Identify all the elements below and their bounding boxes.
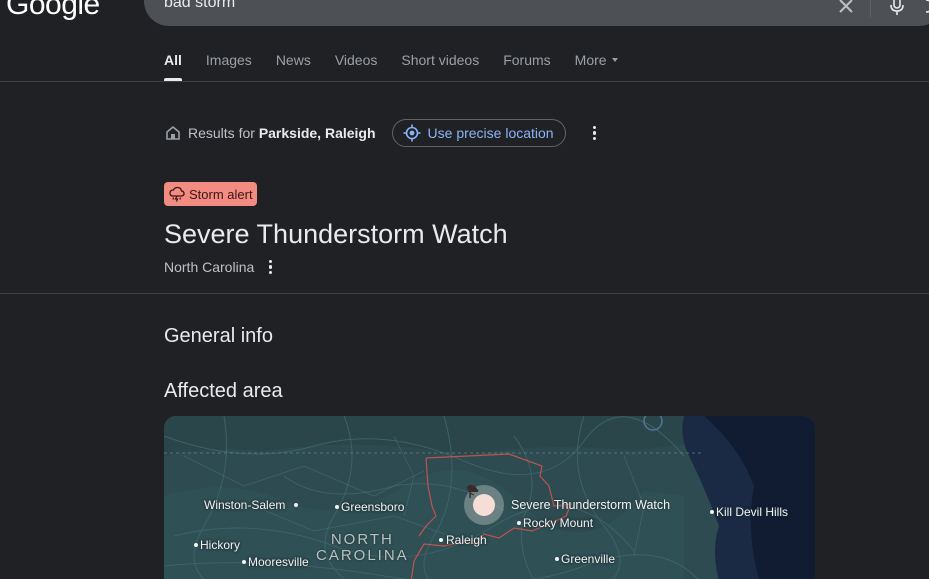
storm-marker-core: [467, 485, 495, 516]
tab-forums[interactable]: Forums: [503, 51, 550, 81]
tab-all[interactable]: All: [164, 51, 182, 81]
storm-alert-badge: Storm alert: [164, 182, 257, 206]
general-info-heading: General info: [164, 325, 273, 347]
more-vert-icon[interactable]: [592, 125, 597, 141]
thunderstorm-icon: [169, 186, 185, 202]
city-label: Raleigh: [446, 533, 487, 547]
use-precise-location-button[interactable]: Use precise location: [391, 119, 566, 147]
crosshair-icon: [403, 124, 421, 142]
search-tabs: All Images News Videos Short videos Foru…: [164, 51, 642, 81]
lens-icon[interactable]: [924, 0, 929, 16]
tab-more[interactable]: More: [575, 51, 618, 81]
city-label: Hickory: [200, 538, 241, 552]
alert-title: Severe Thunderstorm Watch: [164, 219, 508, 249]
tab-more-label: More: [574, 52, 607, 68]
affected-area-map[interactable]: Severe Thunderstorm Watch Winston-Salem …: [164, 416, 815, 579]
caret-down-icon: [611, 58, 618, 62]
city-label: Kill Devil Hills: [716, 505, 789, 519]
tab-short-videos[interactable]: Short videos: [401, 51, 479, 81]
storm-flag-icon: [467, 485, 479, 498]
city-label: Greenville: [561, 552, 616, 566]
tab-images[interactable]: Images: [206, 51, 252, 81]
affected-area-heading: Affected area: [164, 380, 283, 402]
storm-alert-label: Storm alert: [189, 186, 253, 202]
alert-region: North Carolina: [164, 259, 255, 275]
region-row: North Carolina: [164, 258, 273, 276]
home-icon: [166, 125, 180, 140]
google-logo[interactable]: Google: [6, 0, 100, 22]
tab-news[interactable]: News: [276, 51, 311, 81]
search-divider: [870, 0, 871, 17]
precise-location-label: Use precise location: [427, 125, 554, 141]
close-icon[interactable]: [836, 0, 856, 16]
location-place: Parkside, Raleigh: [258, 125, 376, 141]
watch-map-label: Severe Thunderstorm Watch: [511, 498, 671, 512]
more-vert-icon[interactable]: [268, 259, 273, 275]
location-row: Results for Parkside, Raleigh Use precis…: [164, 119, 597, 147]
city-label: Rocky Mount: [523, 516, 594, 530]
section-divider: [0, 293, 929, 294]
search-bar[interactable]: bad storm: [144, 0, 929, 26]
tab-videos[interactable]: Videos: [335, 51, 378, 81]
location-text: Results for Parkside, Raleigh: [188, 125, 376, 141]
tabs-divider: [0, 81, 929, 82]
city-label: Winston-Salem: [204, 498, 286, 512]
city-label: Greensboro: [341, 500, 405, 514]
city-label: Mooresville: [248, 555, 309, 569]
mic-icon[interactable]: [888, 0, 906, 16]
state-label: NORTH CAROLINA: [316, 531, 409, 564]
search-input[interactable]: bad storm: [164, 0, 235, 12]
location-prefix: Results for: [188, 125, 255, 141]
storm-marker[interactable]: [464, 485, 504, 525]
